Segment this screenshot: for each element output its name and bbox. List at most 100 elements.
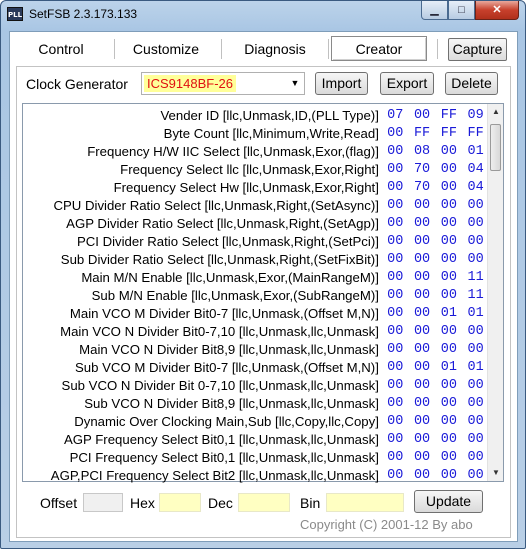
register-value[interactable]: 00	[436, 450, 461, 465]
register-value[interactable]: FF	[410, 126, 435, 141]
register-value[interactable]: 00	[410, 216, 435, 231]
register-value[interactable]: 11	[463, 288, 488, 303]
register-value[interactable]: 00	[463, 216, 488, 231]
scroll-up-icon[interactable]: ▲	[488, 104, 504, 120]
register-value[interactable]: 00	[436, 198, 461, 213]
register-row[interactable]: Frequency H/W IIC Select [llc,Unmask,Exo…	[23, 142, 488, 160]
register-row[interactable]: Byte Count [llc,Minimum,Write,Read] 00 FF F…	[23, 124, 488, 142]
register-value[interactable]: 00	[383, 270, 408, 285]
register-value[interactable]: 00	[410, 342, 435, 357]
register-value[interactable]: 00	[410, 288, 435, 303]
register-value[interactable]: 04	[463, 162, 488, 177]
register-value[interactable]: 09	[463, 108, 488, 123]
register-value[interactable]: 00	[410, 324, 435, 339]
register-value[interactable]: 00	[436, 180, 461, 195]
app-icon[interactable]: PLL	[7, 7, 23, 21]
register-value[interactable]: 00	[383, 450, 408, 465]
clock-generator-select[interactable]: ICS9148BF-26 ▼	[141, 72, 305, 95]
register-value[interactable]: 00	[383, 162, 408, 177]
register-row[interactable]: Main M/N Enable [llc,Unmask,Exor,(MainRa…	[23, 268, 488, 286]
register-value[interactable]: 00	[383, 180, 408, 195]
register-row[interactable]: PCI Divider Ratio Select [llc,Unmask,Rig…	[23, 232, 488, 250]
register-row[interactable]: Main VCO N Divider Bit0-7,10 [llc,Unmask…	[23, 322, 488, 340]
register-value[interactable]: 00	[436, 252, 461, 267]
register-value[interactable]: 00	[410, 234, 435, 249]
offset-field[interactable]	[83, 493, 123, 512]
register-value[interactable]: 00	[383, 126, 408, 141]
register-value[interactable]: 00	[463, 414, 488, 429]
register-value[interactable]: 00	[436, 288, 461, 303]
register-row[interactable]: AGP Frequency Select Bit0,1 [llc,Unmask,…	[23, 430, 488, 448]
register-value[interactable]: 00	[436, 270, 461, 285]
register-value[interactable]: 00	[463, 432, 488, 447]
delete-button[interactable]: Delete	[445, 72, 498, 95]
register-value[interactable]: 00	[383, 324, 408, 339]
register-value[interactable]: 00	[463, 450, 488, 465]
register-row[interactable]: CPU Divider Ratio Select [llc,Unmask,Rig…	[23, 196, 488, 214]
register-value[interactable]: 00	[463, 234, 488, 249]
register-value[interactable]: 00	[410, 252, 435, 267]
register-value[interactable]: 00	[463, 324, 488, 339]
register-value[interactable]: 00	[463, 198, 488, 213]
maximize-button[interactable]: □	[448, 1, 475, 20]
register-value[interactable]: 00	[410, 360, 435, 375]
register-value[interactable]: 00	[383, 234, 408, 249]
register-value[interactable]: 00	[410, 108, 435, 123]
register-row[interactable]: Dynamic Over Clocking Main,Sub [llc,Copy…	[23, 412, 488, 430]
register-list[interactable]: Vender ID [llc,Unmask,ID,(PLL Type)] 07 00…	[22, 103, 504, 484]
register-row[interactable]: Sub VCO M Divider Bit0-7 [llc,Unmask,(Of…	[23, 358, 488, 376]
register-value[interactable]: 00	[436, 468, 461, 483]
export-button[interactable]: Export	[380, 72, 434, 95]
register-value[interactable]: 00	[463, 252, 488, 267]
register-row[interactable]: Sub Divider Ratio Select [llc,Unmask,Rig…	[23, 250, 488, 268]
register-row[interactable]: Main VCO N Divider Bit8,9 [llc,Unmask,ll…	[23, 340, 488, 358]
register-value[interactable]: 00	[410, 396, 435, 411]
register-value[interactable]: 00	[436, 396, 461, 411]
register-row[interactable]: Main VCO M Divider Bit0-7 [llc,Unmask,(O…	[23, 304, 488, 322]
scroll-thumb[interactable]	[490, 124, 501, 171]
register-value[interactable]: 00	[410, 414, 435, 429]
register-row[interactable]: Frequency Select Hw [llc,Unmask,Exor,Rig…	[23, 178, 488, 196]
register-value[interactable]: 00	[410, 306, 435, 321]
register-value[interactable]: 00	[410, 450, 435, 465]
register-value[interactable]: 00	[436, 234, 461, 249]
register-value[interactable]: 00	[436, 216, 461, 231]
register-row[interactable]: Frequency Select llc [llc,Unmask,Exor,Ri…	[23, 160, 488, 178]
register-value[interactable]: 07	[383, 108, 408, 123]
register-value[interactable]: FF	[436, 108, 461, 123]
register-value[interactable]: 00	[383, 360, 408, 375]
chevron-down-icon[interactable]: ▼	[288, 76, 302, 91]
register-value[interactable]: 00	[383, 144, 408, 159]
tab-control[interactable]: Control	[16, 36, 106, 61]
register-value[interactable]: 01	[463, 144, 488, 159]
capture-button[interactable]: Capture	[448, 38, 507, 61]
register-value[interactable]: 01	[463, 306, 488, 321]
register-value[interactable]: 00	[463, 378, 488, 393]
title-bar[interactable]: PLL SetFSB 2.3.173.133 ▁ □ ✕	[1, 1, 525, 29]
hex-field[interactable]	[159, 493, 201, 512]
update-button[interactable]: Update	[414, 490, 483, 513]
register-value[interactable]: 04	[463, 180, 488, 195]
register-value[interactable]: 00	[383, 306, 408, 321]
register-value[interactable]: 01	[436, 360, 461, 375]
register-row[interactable]: AGP Divider Ratio Select [llc,Unmask,Rig…	[23, 214, 488, 232]
register-value[interactable]: 00	[463, 396, 488, 411]
register-value[interactable]: FF	[463, 126, 488, 141]
register-value[interactable]: 00	[383, 396, 408, 411]
register-value[interactable]: 00	[410, 432, 435, 447]
register-value[interactable]: 08	[410, 144, 435, 159]
dec-field[interactable]	[238, 493, 290, 512]
register-value[interactable]: 00	[436, 162, 461, 177]
tab-diagnosis[interactable]: Diagnosis	[227, 36, 323, 61]
register-value[interactable]: 00	[410, 468, 435, 483]
register-value[interactable]: 00	[410, 198, 435, 213]
register-value[interactable]: 00	[463, 342, 488, 357]
register-value[interactable]: 00	[383, 216, 408, 231]
vertical-scrollbar[interactable]: ▲ ▼	[487, 104, 503, 481]
register-value[interactable]: 01	[463, 360, 488, 375]
register-row[interactable]: Sub M/N Enable [llc,Unmask,Exor,(SubRang…	[23, 286, 488, 304]
register-value[interactable]: 00	[383, 378, 408, 393]
register-value[interactable]: 00	[436, 324, 461, 339]
register-value[interactable]: 00	[383, 342, 408, 357]
register-row[interactable]: AGP,PCI Frequency Select Bit2 [llc,Unmas…	[23, 466, 488, 484]
